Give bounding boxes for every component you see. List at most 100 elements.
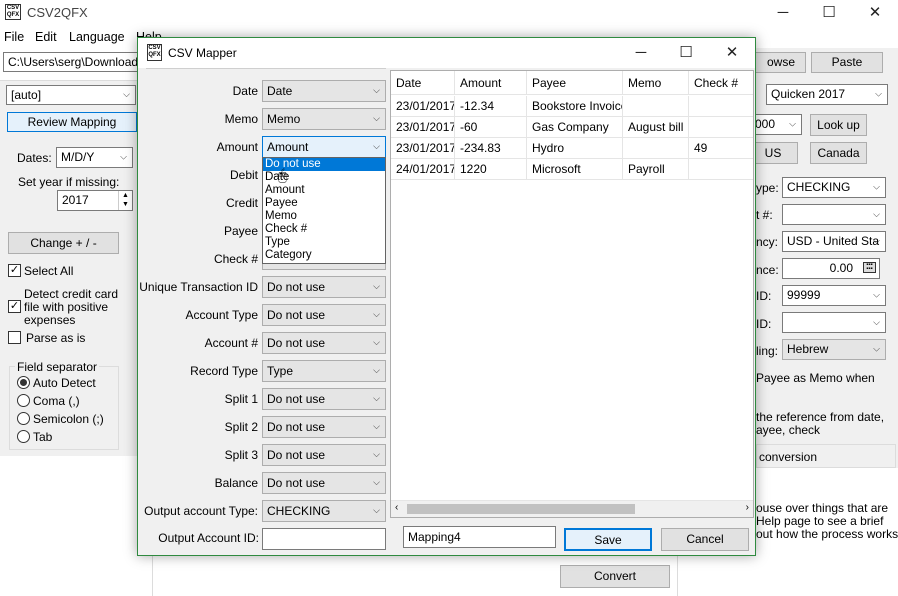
currency-value: USD - United Sta <box>787 234 880 248</box>
dialog-minimize-button[interactable]: ─ <box>618 40 664 66</box>
chevron-down-icon: ⌵ <box>873 181 880 192</box>
field-label: Payee <box>223 224 258 238</box>
scroll-left-icon[interactable]: ‹ <box>395 502 398 513</box>
radio-tab[interactable] <box>17 430 30 443</box>
radio-coma[interactable] <box>17 394 30 407</box>
account-number-combo[interactable]: ⌵ <box>782 204 886 225</box>
auto-detect-label: Auto Detect <box>33 376 96 390</box>
account-id-label: ID: <box>756 317 772 331</box>
dropdown-option[interactable]: Memo <box>263 210 385 223</box>
review-mapping-button[interactable]: Review Mapping <box>7 112 137 132</box>
maximize-button[interactable]: ☐ <box>806 0 852 26</box>
radio-auto-detect[interactable] <box>17 376 30 389</box>
field-label: Record Type <box>190 364 258 378</box>
menu-language[interactable]: Language <box>69 30 125 44</box>
field-combo[interactable]: Do not use ⌵ <box>262 416 386 438</box>
table-row[interactable]: 23/01/2017 -60 Gas Company August bill <box>391 117 753 138</box>
field-label: Check # <box>213 252 258 266</box>
dropdown-option[interactable]: Check # <box>263 223 385 236</box>
table-cell: 49 <box>689 138 753 159</box>
bank-id-combo[interactable]: 99999 ⌵ <box>782 285 886 306</box>
field-combo-value: Do not use <box>267 308 326 322</box>
date-format-combo[interactable]: M/D/Y ⌵ <box>56 147 133 168</box>
grid-header[interactable]: Check # <box>689 71 753 95</box>
table-row[interactable]: 23/01/2017 -234.83 Hydro 49 <box>391 138 753 159</box>
field-combo[interactable]: Do not use ⌵ <box>262 304 386 326</box>
app-icon: CSV QFX <box>5 4 21 20</box>
paste-button[interactable]: Paste <box>811 52 883 73</box>
calculator-icon[interactable]: ▪▪▪ ▪▪▪ <box>863 262 876 273</box>
dialog-maximize-button[interactable]: ☐ <box>663 40 709 66</box>
horizontal-scrollbar[interactable]: ‹ › <box>391 500 753 517</box>
mapping-name-input[interactable]: Mapping4 <box>403 526 556 548</box>
close-button[interactable]: ✕ <box>852 0 898 26</box>
preview-grid[interactable]: Date Amount Payee Memo Check #23/01/2017 -12.… <box>390 70 754 518</box>
field-combo[interactable]: Do not use ⌵ <box>262 444 386 466</box>
field-combo[interactable]: Do not use ⌵ <box>262 472 386 494</box>
detect-credit-checkbox[interactable]: ✓ <box>8 300 21 313</box>
chevron-down-icon: ⌵ <box>873 343 880 354</box>
dropdown-option[interactable]: Amount <box>263 184 385 197</box>
field-label: Split 1 <box>224 392 258 406</box>
menu-edit[interactable]: Edit <box>35 30 57 44</box>
lookup-button[interactable]: Look up <box>810 114 867 136</box>
field-combo-value: Do not use <box>267 392 326 406</box>
app-title: CSV2QFX <box>27 5 88 20</box>
account-type-label: ype: <box>756 181 779 195</box>
version-combo[interactable]: 000 ⌵ <box>750 114 802 135</box>
chevron-down-icon: ⌵ <box>373 393 380 403</box>
select-all-checkbox[interactable]: ✓ <box>8 264 21 277</box>
scroll-right-icon[interactable]: › <box>746 502 749 513</box>
year-spinner[interactable]: 2017 ▲ ▼ <box>57 190 133 211</box>
dropdown-option[interactable]: Category <box>263 249 385 262</box>
radio-semicolon[interactable] <box>17 412 30 425</box>
field-combo[interactable]: Do not use ⌵ <box>262 276 386 298</box>
bank-id-label: ID: <box>756 289 772 303</box>
tab-label: Tab <box>33 430 53 444</box>
field-combo[interactable]: CHECKING ⌵ <box>262 500 386 522</box>
save-button[interactable]: Save <box>564 528 652 551</box>
grid-header[interactable]: Payee <box>527 71 623 95</box>
grid-header[interactable]: Date <box>391 71 455 95</box>
grid-header[interactable]: Memo <box>623 71 689 95</box>
account-type-value: CHECKING <box>787 180 851 194</box>
account-type-combo[interactable]: CHECKING ⌵ <box>782 177 886 198</box>
grid-header[interactable]: Amount <box>455 71 527 95</box>
hint-line-2: Help page to see a brief <box>756 514 884 528</box>
account-id-combo[interactable]: ⌵ <box>782 312 886 333</box>
table-cell <box>623 138 689 159</box>
output-id-input[interactable] <box>262 528 386 550</box>
parse-as-is-label: Parse as is <box>26 331 86 345</box>
field-row: Date Date ⌵ <box>138 80 386 102</box>
browse-button[interactable]: owse <box>748 52 806 73</box>
encoding-out-combo[interactable]: Hebrew ⌵ <box>782 339 886 360</box>
parse-as-is-checkbox[interactable] <box>8 331 21 344</box>
scrollbar-thumb[interactable] <box>407 504 635 514</box>
currency-combo[interactable]: USD - United Sta ⌵ <box>782 231 886 252</box>
field-combo[interactable]: Date ⌵ <box>262 80 386 102</box>
field-combo[interactable]: Do not use ⌵ <box>262 332 386 354</box>
field-combo[interactable]: Type ⌵ <box>262 360 386 382</box>
dropdown-option[interactable]: Payee <box>263 197 385 210</box>
spinner-arrows-icon[interactable]: ▲ ▼ <box>118 191 132 210</box>
file-path-input[interactable]: C:\Users\serg\Downloads\s <box>3 52 139 72</box>
conversion-tab[interactable]: conversion <box>756 444 896 468</box>
convert-button[interactable]: Convert <box>560 565 670 588</box>
field-combo[interactable]: Amount ⌵ <box>262 136 386 158</box>
dialog-close-button[interactable]: ✕ <box>709 40 755 66</box>
table-row[interactable]: 23/01/2017 -12.34 Bookstore Invoice <box>391 96 753 117</box>
table-row[interactable]: 24/01/2017 1220 Microsoft Payroll <box>391 159 753 180</box>
field-row: Account Type Do not use ⌵ <box>138 304 386 326</box>
cancel-button[interactable]: Cancel <box>661 528 749 551</box>
canada-button[interactable]: Canada <box>810 142 867 164</box>
field-combo[interactable]: Memo ⌵ <box>262 108 386 130</box>
menu-file[interactable]: File <box>4 30 24 44</box>
field-combo[interactable]: Do not use ⌵ <box>262 388 386 410</box>
field-combo-value: Do not use <box>267 448 326 462</box>
field-label: Unique Transaction ID <box>139 280 258 294</box>
encoding-combo[interactable]: [auto] ⌵ <box>6 85 136 105</box>
minimize-button[interactable]: ─ <box>760 0 806 26</box>
change-sign-button[interactable]: Change + / - <box>8 232 119 254</box>
target-app-combo[interactable]: Quicken 2017 ⌵ <box>766 84 888 105</box>
dropdown-option[interactable]: Type <box>263 236 385 249</box>
